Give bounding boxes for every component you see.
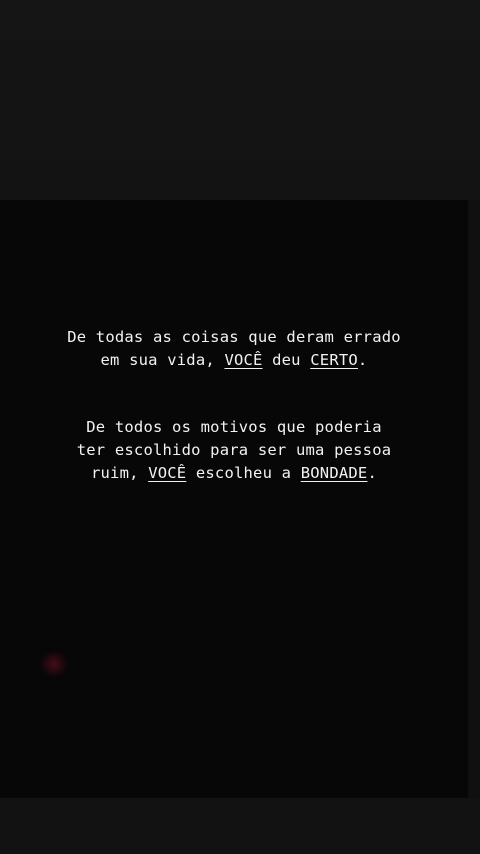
top-background [0, 0, 480, 200]
quote-2-line-3-mid: escolheu a [186, 464, 301, 482]
quote-paragraph-1: De todas as coisas que deram errado em s… [0, 326, 468, 372]
quote-1-line-2-end: . [357, 351, 368, 369]
emphasis-voce: VOCÊ [224, 351, 263, 369]
bottom-background [0, 798, 480, 854]
quote-2-line-3: ruim, VOCÊ escolheu a BONDADE. [0, 462, 468, 485]
image-edge [468, 200, 480, 798]
story-screen: De todas as coisas que deram errado em s… [0, 0, 480, 854]
emphasis-voce-2: VOCÊ [148, 464, 187, 482]
quote-1-line-2: em sua vida, VOCÊ deu CERTO. [0, 349, 468, 372]
story-image [0, 200, 468, 798]
emphasis-certo: CERTO [310, 351, 358, 369]
quote-2-line-3-prefix: ruim, [90, 464, 149, 482]
heart-icon [40, 652, 68, 676]
quote-2-line-1: De todos os motivos que poderia [86, 418, 382, 436]
quote-paragraph-2: De todos os motivos que poderia ter esco… [0, 416, 468, 485]
quote-1-line-2-mid: deu [262, 351, 311, 369]
emphasis-bondade: BONDADE [300, 464, 368, 482]
quote-2-line-2: ter escolhido para ser uma pessoa [76, 441, 392, 459]
quote-2-line-3-end: . [367, 464, 377, 482]
quote-1-line-1: De todas as coisas que deram errado [67, 328, 401, 346]
quote-1-line-2-prefix: em sua vida, [100, 351, 225, 369]
